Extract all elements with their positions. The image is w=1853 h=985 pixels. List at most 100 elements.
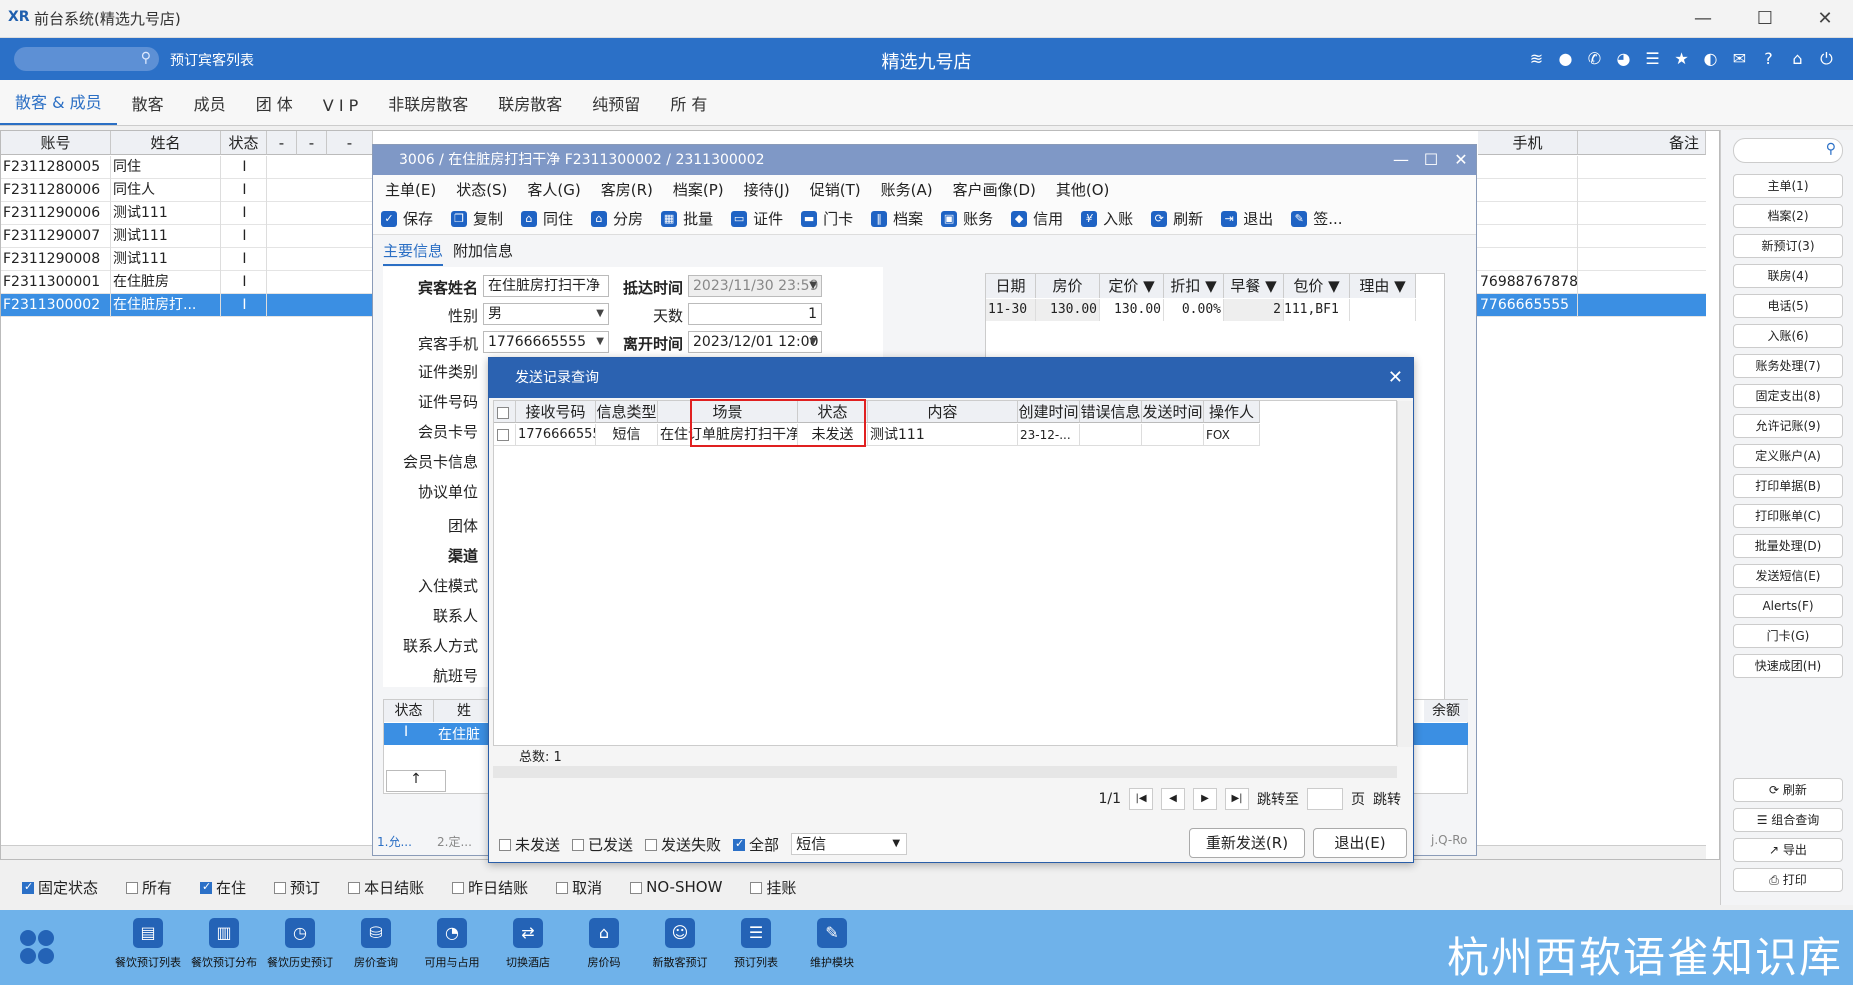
share-room-button[interactable]: ⌂ 同住 bbox=[521, 208, 573, 229]
tab-reserved[interactable]: 纯预留 bbox=[577, 91, 655, 125]
tab-vip[interactable]: V I P bbox=[308, 96, 373, 125]
rate-discount[interactable]: 0.00% bbox=[1164, 299, 1224, 321]
dining-history-button[interactable]: ◷ 餐饮历史预订 bbox=[264, 918, 336, 970]
close-icon[interactable]: ✕ bbox=[1388, 358, 1403, 398]
col-name[interactable]: 姓 bbox=[434, 700, 494, 722]
next-page-icon[interactable]: ▶ bbox=[1193, 788, 1217, 810]
col-balance[interactable]: 余额 bbox=[1424, 700, 1468, 722]
col-content[interactable]: 内容 bbox=[868, 401, 1018, 423]
tab-group[interactable]: 团 体 bbox=[241, 91, 308, 125]
filter-cancelled[interactable]: 取消 bbox=[556, 877, 602, 898]
col-blank-1[interactable]: - bbox=[267, 131, 297, 155]
action-button[interactable]: 打印单据(B) bbox=[1733, 474, 1843, 498]
filter-failed[interactable]: 发送失败 bbox=[645, 834, 721, 855]
col-discount[interactable]: 折扣 ▼ bbox=[1164, 274, 1224, 298]
batch-button[interactable]: ▦ 批量 bbox=[661, 208, 713, 229]
menu-reception[interactable]: 接待(J) bbox=[744, 179, 790, 200]
action-button[interactable]: 电话(5) bbox=[1733, 294, 1843, 318]
prev-page-icon[interactable]: ◀ bbox=[1161, 788, 1185, 810]
rate-list-price[interactable]: 130.00 bbox=[1100, 299, 1164, 321]
menu-portrait[interactable]: 客户画像(D) bbox=[953, 179, 1036, 200]
credit-button[interactable]: ◆ 信用 bbox=[1011, 208, 1063, 229]
action-button[interactable]: 允许记账(9) bbox=[1733, 414, 1843, 438]
availability-button[interactable]: ◔ 可用与占用 bbox=[416, 918, 488, 970]
col-status[interactable]: 状态 bbox=[384, 700, 434, 722]
action-button[interactable]: 发送短信(E) bbox=[1733, 564, 1843, 588]
menu-account[interactable]: 账务(A) bbox=[881, 179, 933, 200]
menu-profile[interactable]: 档案(P) bbox=[673, 179, 724, 200]
action-button[interactable]: 批量处理(D) bbox=[1733, 534, 1843, 558]
filter-in-house[interactable]: 在住 bbox=[200, 877, 246, 898]
menu-status[interactable]: 状态(S) bbox=[456, 179, 507, 200]
home-icon[interactable]: ⌂ bbox=[1787, 48, 1808, 69]
select-all-checkbox[interactable] bbox=[494, 401, 516, 423]
action-button[interactable]: 主单(1) bbox=[1733, 174, 1843, 198]
rate-code-button[interactable]: ⌂ 房价码 bbox=[568, 918, 640, 970]
jump-button[interactable]: 跳转 bbox=[1373, 789, 1401, 809]
action-button[interactable]: 档案(2) bbox=[1733, 204, 1843, 228]
dining-reservations-button[interactable]: ▤ 餐饮预订列表 bbox=[112, 918, 184, 970]
chat-icon[interactable]: ● bbox=[1555, 48, 1576, 69]
wifi-icon[interactable]: ≋ bbox=[1526, 48, 1547, 69]
refresh-button[interactable]: ⟳ 刷新 bbox=[1733, 778, 1843, 802]
col-created[interactable]: 创建时间 bbox=[1018, 401, 1080, 423]
tab-main-info[interactable]: 主要信息 bbox=[383, 240, 444, 266]
action-button[interactable]: 定义账户(A) bbox=[1733, 444, 1843, 468]
refresh-button[interactable]: ⟳ 刷新 bbox=[1151, 208, 1203, 229]
filter-all[interactable]: 所有 bbox=[126, 877, 172, 898]
col-date[interactable]: 日期 bbox=[986, 274, 1036, 298]
col-status[interactable]: 状态 bbox=[221, 131, 267, 155]
phone-icon[interactable]: ✆ bbox=[1584, 48, 1605, 69]
maximize-button[interactable]: ☐ bbox=[1745, 6, 1785, 32]
page-number-input[interactable] bbox=[1307, 788, 1343, 810]
tab-all[interactable]: 所 有 bbox=[655, 91, 722, 125]
profile-button[interactable]: ‖ 档案 bbox=[871, 208, 923, 229]
up-arrow-button[interactable]: ↑ bbox=[386, 770, 446, 792]
action-button[interactable]: 固定支出(8) bbox=[1733, 384, 1843, 408]
col-account[interactable]: 账号 bbox=[1, 131, 111, 155]
maintenance-button[interactable]: ✎ 维护模块 bbox=[796, 918, 868, 970]
col-blank-3[interactable]: - bbox=[327, 131, 373, 155]
message-type-select[interactable]: 短信 bbox=[791, 833, 908, 855]
action-button[interactable]: 打印账单(C) bbox=[1733, 504, 1843, 528]
action-button[interactable]: 联房(4) bbox=[1733, 264, 1843, 288]
minimize-button[interactable]: — bbox=[1683, 6, 1723, 32]
col-list-price[interactable]: 定价 ▼ bbox=[1100, 274, 1164, 298]
depart-field[interactable]: 2023/12/01 12:00 bbox=[688, 331, 822, 353]
col-msg-type[interactable]: 信息类型 bbox=[596, 401, 658, 423]
panel-search-input[interactable]: ⚲ bbox=[1733, 138, 1843, 163]
save-button[interactable]: ✓ 保存 bbox=[381, 208, 433, 229]
star-icon[interactable]: ★ bbox=[1671, 48, 1692, 69]
copy-button[interactable]: ❐ 复制 bbox=[451, 208, 503, 229]
door-card-button[interactable]: ▬ 门卡 bbox=[801, 208, 853, 229]
action-button[interactable]: 快速成团(H) bbox=[1733, 654, 1843, 678]
action-button[interactable]: 入账(6) bbox=[1733, 324, 1843, 348]
days-field[interactable]: 1 bbox=[688, 303, 822, 325]
filter-sent[interactable]: 已发送 bbox=[572, 834, 633, 855]
horizontal-scrollbar[interactable] bbox=[493, 766, 1397, 778]
account-button[interactable]: ▣ 账务 bbox=[941, 208, 993, 229]
sign-button[interactable]: ✎ 签... bbox=[1291, 208, 1343, 229]
col-name[interactable]: 姓名 bbox=[111, 131, 221, 155]
col-rate[interactable]: 房价 bbox=[1036, 274, 1100, 298]
col-breakfast[interactable]: 早餐 ▼ bbox=[1224, 274, 1284, 298]
tab-guests-members[interactable]: 散客 & 成员 bbox=[0, 89, 117, 125]
new-reservation-button[interactable]: ☺ 新散客预订 bbox=[644, 918, 716, 970]
action-button[interactable]: Alerts(F) bbox=[1733, 594, 1843, 618]
combined-query-button[interactable]: ☰ 组合查询 bbox=[1733, 808, 1843, 832]
col-sent[interactable]: 发送时间 bbox=[1142, 401, 1204, 423]
filter-no-show[interactable]: NO-SHOW bbox=[630, 878, 722, 896]
rate-package[interactable]: 111,BF1 bbox=[1284, 299, 1350, 321]
menu-other[interactable]: 其他(O) bbox=[1056, 179, 1110, 200]
filter-fixed-status[interactable]: 固定状态 bbox=[22, 877, 98, 898]
palette-icon[interactable]: ◕ bbox=[1613, 48, 1634, 69]
col-remark[interactable]: 备注 bbox=[1578, 131, 1706, 155]
col-phone[interactable]: 手机 bbox=[1478, 131, 1578, 155]
filter-today-checkout[interactable]: 本日结账 bbox=[348, 877, 424, 898]
row-checkbox[interactable] bbox=[494, 424, 516, 446]
col-operator[interactable]: 操作人 bbox=[1204, 401, 1260, 423]
tab-guests[interactable]: 散客 bbox=[117, 91, 179, 125]
rate-reason[interactable] bbox=[1350, 299, 1416, 321]
action-button[interactable]: 门卡(G) bbox=[1733, 624, 1843, 648]
arrival-field[interactable]: 2023/11/30 23:59 bbox=[688, 275, 822, 297]
